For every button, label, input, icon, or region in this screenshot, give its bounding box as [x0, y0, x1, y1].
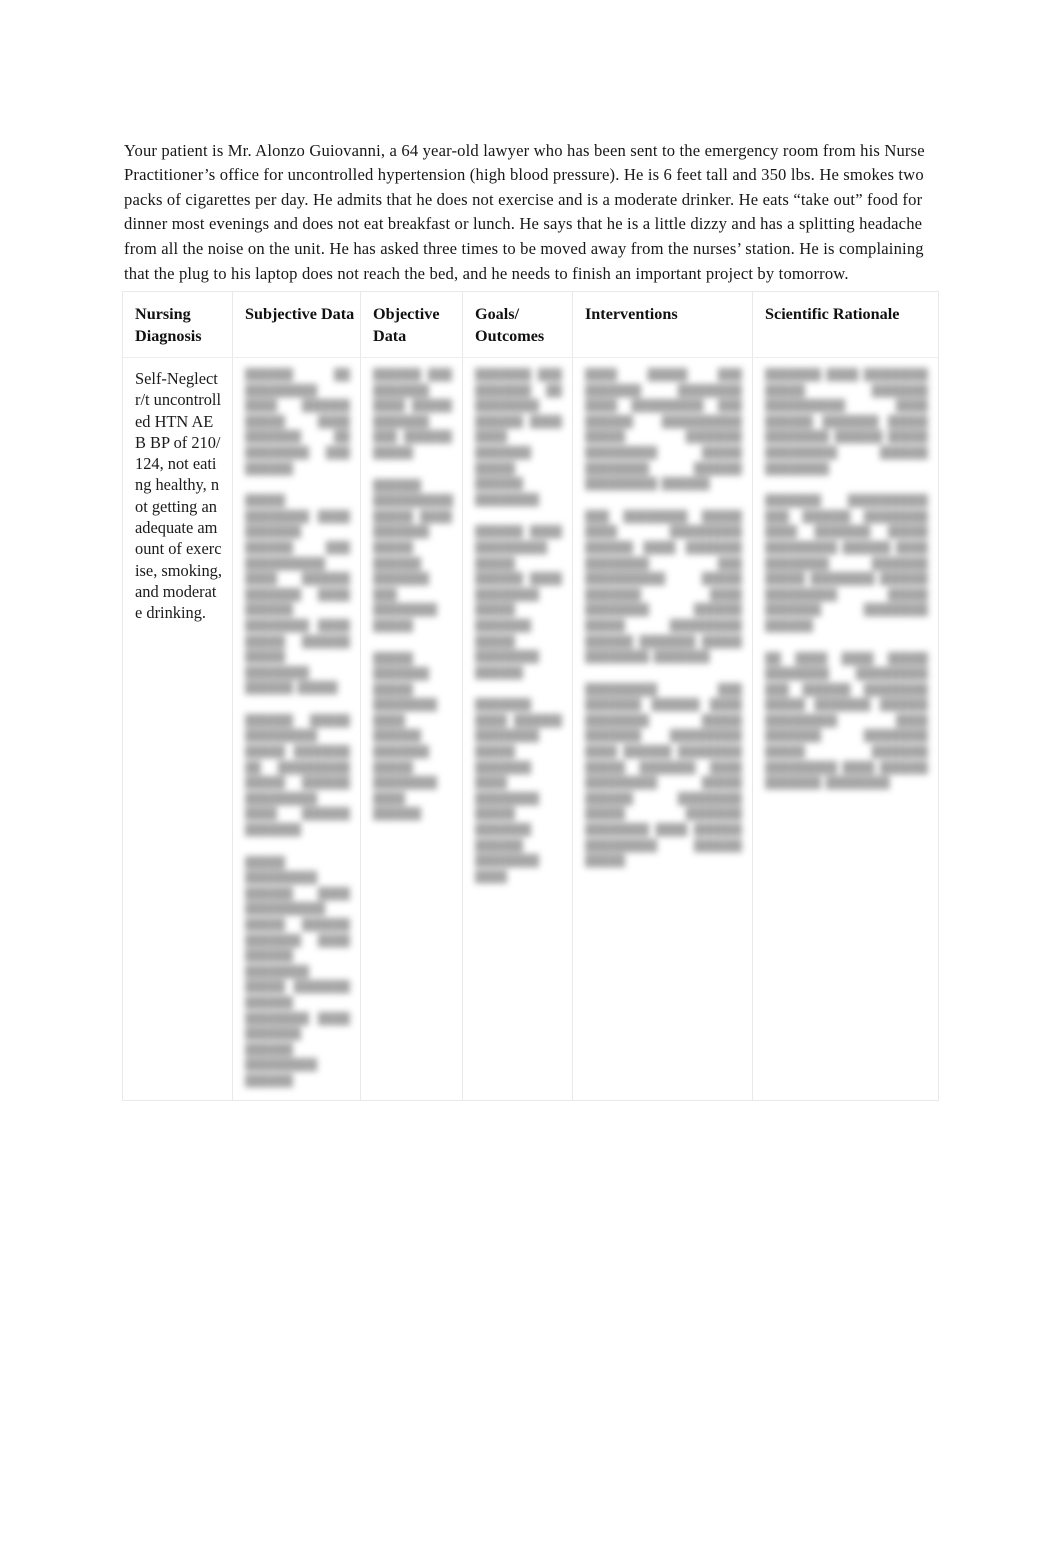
interventions-redacted-text: ████ █████ ███ ███████ ████████ ████ ███… [585, 368, 742, 870]
column-header-nursing-diagnosis: Nursing Diagnosis [122, 291, 233, 358]
redacted-paragraph: ███████ ██████████ ███ ██████ ████████ █… [765, 495, 928, 632]
column-header-interventions: Interventions [572, 291, 753, 358]
redacted-paragraph: ███████ ████ ██████ ████████ █████ █████… [475, 699, 562, 883]
cell-subjective-data: ██████ ██ █████████ ████ ██████ █████ ██… [232, 357, 361, 1101]
subjective-data-redacted-text: ██████ ██ █████████ ████ ██████ █████ ██… [245, 368, 350, 1090]
column-header-objective-data: Objective Data [360, 291, 463, 358]
redacted-paragraph: █████ ███████ █████ ████████ ████ ██████… [373, 652, 438, 821]
scientific-rationale-redacted-text: ███████ ████ ████████ █████ ███████ ████… [765, 368, 928, 792]
redacted-paragraph: ██████ ██ █████████ ████ ██████ █████ ██… [245, 369, 350, 475]
redacted-paragraph: ██████ ████ █████████ █████ ██████ ████ … [475, 526, 562, 679]
goals-outcomes-redacted-text: ███████ ███ ███████ ██ ████████ ██████ █… [475, 368, 562, 885]
redacted-paragraph: ██ ████ ████ █████ ████████ █████████ ██… [765, 652, 928, 790]
redacted-paragraph: ██████ █████ █████████ █████ ███████ ██ … [245, 714, 350, 837]
redacted-paragraph: ████ █████ ███ ███████ ████████ ████ ███… [585, 369, 742, 491]
column-header-scientific-rationale: Scientific Rationale [752, 291, 939, 358]
column-header-subjective-data: Subjective Data [232, 291, 361, 358]
nursing-diagnosis-text: Self-Neglect r/t uncontrolled HTN AEB BP… [135, 369, 222, 623]
redacted-paragraph: ███ ████████ █████ ████ █████████ ██████… [585, 510, 742, 664]
cell-goals-outcomes: ███████ ███ ███████ ██ ████████ ██████ █… [462, 357, 573, 1101]
redacted-paragraph: ███████ ███ ███████ ██ ████████ ██████ █… [475, 369, 562, 506]
table-header-row: Nursing Diagnosis Subjective Data Object… [122, 291, 939, 358]
nursing-care-plan-table: Nursing Diagnosis Subjective Data Object… [122, 291, 939, 1101]
redacted-paragraph: ███████ ████ ████████ █████ ███████ ████… [765, 369, 928, 475]
redacted-paragraph: █████ █████████ ██████ ████ ██████████ █… [245, 856, 350, 1087]
redacted-paragraph: ██████ ███ ███████ ████ █████ ███████ ██… [373, 369, 452, 459]
redacted-paragraph: █████████ ███ ███████ ██████ ████ ██████… [585, 683, 742, 868]
intro-paragraph: Your patient is Mr. Alonzo Guiovanni, a … [124, 140, 925, 283]
cell-scientific-rationale: ███████ ████ ████████ █████ ███████ ████… [752, 357, 939, 1101]
cell-nursing-diagnosis: Self-Neglect r/t uncontrolled HTN AEB BP… [122, 357, 233, 1101]
document-page: Your patient is Mr. Alonzo Guiovanni, a … [0, 0, 1062, 1556]
cell-objective-data: ██████ ███ ███████ ████ █████ ███████ ██… [360, 357, 463, 1101]
table-row: Self-Neglect r/t uncontrolled HTN AEB BP… [122, 357, 939, 1101]
objective-data-redacted-text: ██████ ███ ███████ ████ █████ ███████ ██… [373, 368, 454, 823]
column-header-goals-outcomes: Goals/ Outcomes [462, 291, 573, 358]
redacted-paragraph: ██████ ██████████ █████ ████ ███████ ███… [373, 479, 454, 632]
redacted-paragraph: █████ ████████ ████ ███████ ██████ ███ █… [245, 495, 350, 695]
cell-interventions: ████ █████ ███ ███████ ████████ ████ ███… [572, 357, 753, 1101]
